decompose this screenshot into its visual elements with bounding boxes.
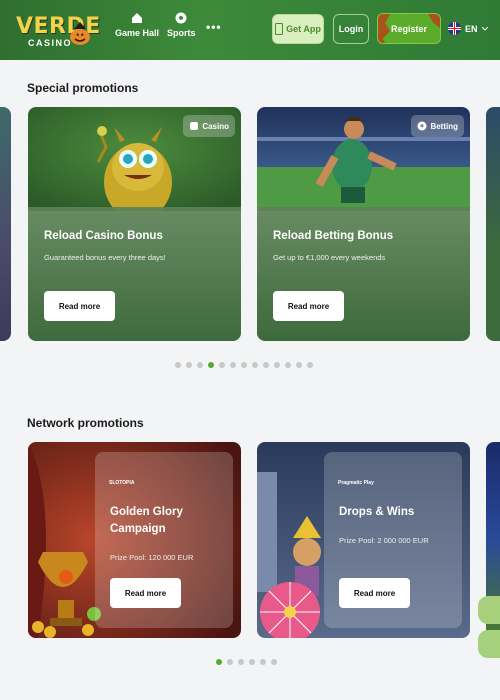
carousel-dot[interactable] bbox=[252, 362, 258, 368]
pumpkin-icon bbox=[70, 22, 90, 45]
read-more-button[interactable]: Read more bbox=[339, 578, 410, 608]
network-carousel-dots bbox=[216, 659, 277, 665]
network-card-panel: SLOTOPIA Golden Glory Campaign Prize Poo… bbox=[95, 452, 233, 628]
carousel-dot[interactable] bbox=[219, 362, 225, 368]
carousel-dot[interactable] bbox=[263, 362, 269, 368]
get-app-button[interactable]: Get App bbox=[272, 14, 324, 44]
carousel-dot[interactable] bbox=[271, 659, 277, 665]
network-promotions-title: Network promotions bbox=[27, 416, 144, 430]
carousel-dot[interactable] bbox=[230, 362, 236, 368]
carousel-dot[interactable] bbox=[238, 659, 244, 665]
carousel-dot[interactable] bbox=[260, 659, 266, 665]
read-more-button[interactable]: Read more bbox=[273, 291, 344, 321]
carousel-dot[interactable] bbox=[285, 362, 291, 368]
more-menu-button[interactable]: ••• bbox=[206, 20, 222, 34]
network-card-title: Drops & Wins bbox=[339, 506, 415, 518]
ball-icon bbox=[175, 12, 187, 24]
carousel-dot[interactable] bbox=[241, 362, 247, 368]
carousel-dot[interactable] bbox=[216, 659, 222, 665]
uk-flag-icon bbox=[448, 22, 461, 35]
get-app-label: Get App bbox=[286, 24, 321, 34]
carousel-dot[interactable] bbox=[208, 362, 214, 368]
promo-card-description: Get up to €1,000 every weekends bbox=[273, 253, 386, 262]
read-more-button[interactable]: Read more bbox=[110, 578, 181, 608]
logo-subtitle: CASINO bbox=[28, 38, 73, 48]
carousel-dot[interactable] bbox=[249, 659, 255, 665]
language-selector[interactable]: EN bbox=[448, 22, 488, 35]
network-card-title: Golden Glory Campaign bbox=[110, 506, 183, 535]
nav-game-hall[interactable]: Game Hall bbox=[115, 12, 159, 38]
nav-sports-label: Sports bbox=[167, 28, 196, 38]
betting-badge: Betting bbox=[411, 115, 464, 137]
top-header: VERDE CASINO Game Hall Sports ••• Get Ap… bbox=[0, 0, 500, 60]
promo-card-betting[interactable]: Betting Reload Betting Bonus Get up to €… bbox=[257, 107, 470, 341]
network-card-drops-wins[interactable]: Pragmatic Play Drops & Wins Prize Pool: … bbox=[257, 442, 470, 638]
special-carousel-dots bbox=[175, 362, 313, 368]
carousel-dot[interactable] bbox=[307, 362, 313, 368]
read-more-button[interactable]: Read more bbox=[44, 291, 115, 321]
nav-sports[interactable]: Sports bbox=[167, 12, 196, 38]
casino-badge: Casino bbox=[183, 115, 235, 137]
chat-fab-button[interactable] bbox=[478, 596, 500, 624]
register-button[interactable]: Register bbox=[377, 13, 441, 44]
carousel-dot[interactable] bbox=[274, 362, 280, 368]
verde-casino-logo[interactable]: VERDE CASINO bbox=[14, 8, 100, 52]
promo-card-casino[interactable]: Casino Reload Casino Bonus Guaranteed bo… bbox=[28, 107, 241, 341]
network-card-panel: Pragmatic Play Drops & Wins Prize Pool: … bbox=[324, 452, 462, 628]
chevron-down-icon bbox=[481, 26, 488, 31]
provider-logo: Pragmatic Play bbox=[338, 480, 374, 486]
casino-chip-icon bbox=[190, 122, 199, 130]
promo-card-description: Guaranteed bonus every three days! bbox=[44, 253, 166, 262]
promo-card-prev-edge[interactable] bbox=[0, 107, 11, 341]
special-promotions-title: Special promotions bbox=[27, 81, 139, 95]
carousel-dot[interactable] bbox=[175, 362, 181, 368]
login-button[interactable]: Login bbox=[333, 14, 369, 44]
betting-badge-label: Betting bbox=[430, 121, 458, 131]
network-card-description: Prize Pool: 2 000 000 EUR bbox=[339, 536, 429, 545]
carousel-dot[interactable] bbox=[296, 362, 302, 368]
phone-icon bbox=[275, 23, 284, 35]
football-icon bbox=[417, 121, 427, 131]
promo-card-next-edge[interactable] bbox=[486, 107, 500, 341]
carousel-dot[interactable] bbox=[227, 659, 233, 665]
register-label: Register bbox=[390, 23, 427, 34]
provider-logo: SLOTOPIA bbox=[109, 480, 135, 486]
casino-badge-label: Casino bbox=[202, 121, 229, 131]
carousel-dot[interactable] bbox=[186, 362, 192, 368]
carousel-dot[interactable] bbox=[197, 362, 203, 368]
promo-card-title: Reload Casino Bonus bbox=[44, 230, 163, 242]
network-card-description: Prize Pool: 120 000 EUR bbox=[110, 553, 194, 562]
promo-card-title: Reload Betting Bonus bbox=[273, 230, 394, 242]
gift-fab-button[interactable] bbox=[478, 630, 500, 658]
home-icon bbox=[132, 13, 143, 23]
nav-game-hall-label: Game Hall bbox=[115, 28, 160, 38]
language-label: EN bbox=[465, 23, 478, 34]
network-card-golden-glory[interactable]: SLOTOPIA Golden Glory Campaign Prize Poo… bbox=[28, 442, 241, 638]
